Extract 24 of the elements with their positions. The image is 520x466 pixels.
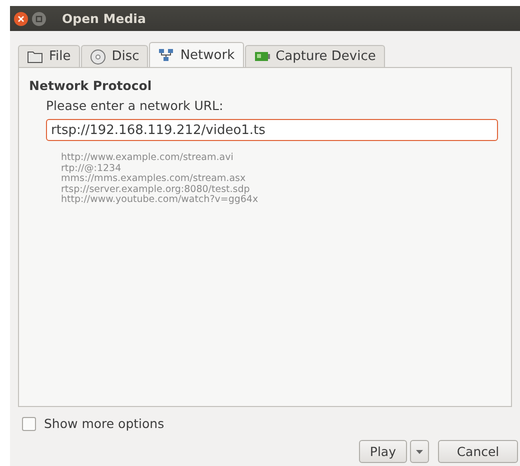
tab[interactable]: Disc bbox=[80, 45, 148, 67]
url-field[interactable]: rtsp://192.168.119.212/video1.ts bbox=[46, 119, 498, 141]
tab[interactable]: File bbox=[18, 45, 80, 67]
tab[interactable]: Capture Device bbox=[244, 45, 385, 67]
close-icon[interactable] bbox=[14, 12, 28, 26]
example-url: rtp://@:1234 bbox=[61, 164, 122, 174]
cancel-button[interactable]: Cancel bbox=[438, 440, 518, 463]
play-button[interactable]: Play bbox=[358, 440, 407, 463]
network-icon bbox=[158, 48, 174, 62]
example-url: mms://mms.examples.com/stream.asx bbox=[61, 174, 247, 184]
dropdown-button[interactable] bbox=[410, 440, 429, 463]
caret-icon bbox=[416, 450, 423, 454]
example-url: rtsp://server.example.org:8080/test.sdp bbox=[61, 184, 250, 194]
example-url: http://www.youtube.com/watch?v=gg64x bbox=[61, 195, 260, 206]
url-label: Please enter a network URL: bbox=[46, 98, 224, 113]
section-title: Network Protocol bbox=[29, 78, 153, 93]
capture-card-icon bbox=[254, 50, 270, 64]
checkbox[interactable] bbox=[22, 416, 36, 430]
tab[interactable]: Network bbox=[149, 42, 244, 67]
folder-icon bbox=[27, 50, 43, 63]
window-title: Open Media bbox=[62, 11, 146, 26]
checkbox-label[interactable]: Show more options bbox=[44, 416, 164, 431]
disc-icon bbox=[90, 48, 106, 64]
example-url: http://www.example.com/stream.avi bbox=[61, 153, 234, 164]
